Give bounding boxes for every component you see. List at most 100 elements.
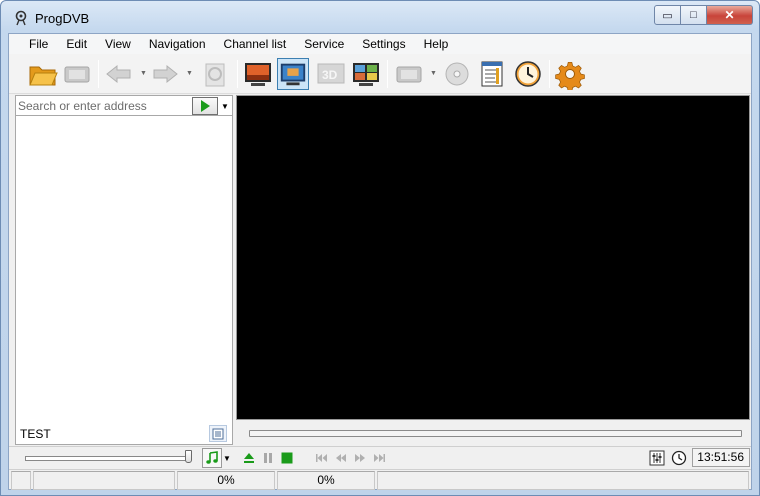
app-window: ProgDVB ▭ □ ✕ File Edit View Navigation … [0, 0, 760, 496]
audio-dropdown-icon[interactable]: ▼ [223, 454, 231, 463]
time-button[interactable] [671, 450, 687, 466]
notepad-icon [481, 61, 503, 87]
film-icon [396, 66, 422, 83]
maximize-button[interactable]: □ [681, 5, 707, 25]
toolbar-separator [237, 60, 238, 88]
eject-button[interactable] [242, 451, 256, 465]
menu-service[interactable]: Service [295, 34, 353, 54]
disc-button[interactable] [441, 58, 473, 90]
close-button[interactable]: ✕ [707, 5, 753, 25]
close-icon: ✕ [724, 8, 735, 22]
skip-forward-icon [374, 454, 385, 462]
disc-icon [445, 62, 469, 86]
forward-dropdown-icon[interactable]: ▼ [186, 70, 193, 77]
equalizer-icon [649, 450, 665, 466]
3d-button[interactable]: 3D [315, 58, 347, 90]
status-cell [11, 471, 31, 490]
status-cell [377, 471, 749, 490]
toolbar-separator [387, 60, 388, 88]
recordings-button[interactable] [61, 58, 93, 90]
address-bar: ▼ [16, 96, 232, 116]
multi-view-icon [353, 63, 379, 86]
volume-slider[interactable] [25, 456, 189, 461]
list-view-button[interactable] [209, 425, 227, 442]
stop-icon [281, 452, 293, 464]
list-status-bar: TEST [15, 424, 233, 444]
menu-settings[interactable]: Settings [353, 34, 414, 54]
window-mode-button[interactable] [277, 58, 309, 90]
time-display: 13:51:56 [692, 448, 750, 467]
address-dropdown-icon[interactable]: ▼ [221, 102, 229, 111]
fast-forward-icon [355, 454, 365, 462]
channel-list[interactable] [16, 117, 232, 444]
menu-navigation[interactable]: Navigation [140, 34, 215, 54]
settings-button[interactable] [554, 58, 586, 90]
app-logo-icon [15, 10, 27, 26]
status-cell [33, 471, 175, 490]
search-disabled-icon [205, 63, 225, 87]
skip-back-button[interactable] [315, 451, 329, 465]
toolbar-separator [98, 60, 99, 88]
menu-view[interactable]: View [96, 34, 140, 54]
minimize-icon: ▭ [662, 9, 673, 22]
menu-edit[interactable]: Edit [57, 34, 96, 54]
eject-icon [244, 453, 254, 463]
list-icon [212, 428, 224, 439]
window-controls: ▭ □ ✕ [654, 5, 753, 25]
rewind-button[interactable] [334, 451, 348, 465]
audio-track-button[interactable] [202, 448, 222, 468]
monitor-icon [245, 63, 271, 86]
3d-label: 3D [322, 68, 338, 82]
3d-icon: 3D [317, 63, 345, 84]
skip-back-icon [316, 454, 327, 462]
record-button[interactable] [393, 58, 425, 90]
gear-icon [555, 61, 585, 90]
pause-icon [264, 453, 272, 463]
skip-forward-button[interactable] [372, 451, 386, 465]
search-button[interactable] [199, 58, 231, 90]
status-bar: 0% 0% [9, 469, 751, 490]
epg-button[interactable] [476, 58, 508, 90]
back-button[interactable] [103, 58, 135, 90]
forward-button[interactable] [149, 58, 181, 90]
pause-button[interactable] [261, 451, 275, 465]
menu-bar: File Edit View Navigation Channel list S… [9, 34, 751, 54]
menu-channel-list[interactable]: Channel list [215, 34, 296, 54]
stop-button[interactable] [280, 451, 294, 465]
forward-arrow-icon [153, 64, 178, 84]
toolbar-separator [549, 60, 550, 88]
fullscreen-button[interactable] [242, 58, 274, 90]
menu-help[interactable]: Help [415, 34, 458, 54]
playback-progress-bar[interactable] [249, 430, 742, 437]
back-arrow-icon [106, 64, 131, 84]
address-input[interactable] [18, 97, 190, 114]
back-dropdown-icon[interactable]: ▼ [140, 70, 147, 77]
signal-level-cell: 0% [177, 471, 275, 490]
clock-outline-icon [671, 450, 687, 466]
window-title: ProgDVB [35, 11, 90, 26]
signal-quality-cell: 0% [277, 471, 375, 490]
monitor-selected-icon [280, 63, 306, 86]
minimize-button[interactable]: ▭ [654, 5, 681, 25]
menu-file[interactable]: File [9, 34, 57, 54]
clock-icon [515, 61, 541, 87]
open-folder-icon [29, 66, 58, 86]
video-area[interactable] [236, 95, 750, 420]
client-area: File Edit View Navigation Channel list S… [8, 33, 752, 490]
control-bar: ▼ 13:51:56 [9, 446, 751, 468]
title-bar[interactable]: ProgDVB ▭ □ ✕ [1, 1, 759, 33]
list-status-label: TEST [20, 427, 51, 441]
fast-forward-button[interactable] [353, 451, 367, 465]
open-button[interactable] [27, 58, 59, 90]
volume-slider-thumb[interactable] [185, 450, 192, 463]
music-note-icon [206, 451, 218, 464]
equalizer-button[interactable] [649, 450, 665, 466]
scheduler-button[interactable] [512, 58, 544, 90]
channel-list-panel: ▼ [15, 95, 233, 445]
record-dropdown-icon[interactable]: ▼ [430, 70, 437, 77]
go-button[interactable] [192, 97, 218, 115]
maximize-icon: □ [690, 9, 697, 21]
toolbar: ▼ ▼ 3D ▼ [9, 54, 751, 94]
rewind-icon [336, 454, 346, 462]
multi-view-button[interactable] [350, 58, 382, 90]
